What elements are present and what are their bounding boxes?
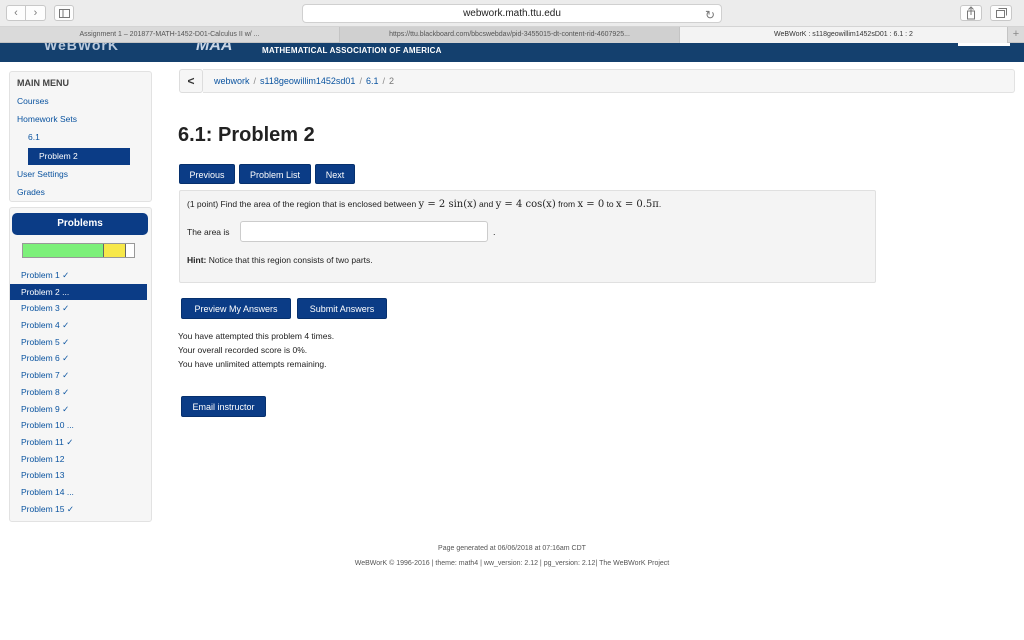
answer-period: . — [493, 227, 496, 237]
browser-toolbar: ‹ › webwork.math.ttu.edu ↻ — [0, 0, 1024, 27]
email-instructor-button[interactable]: Email instructor — [181, 396, 266, 417]
equation-2: y = 4 cos(x) — [495, 199, 556, 210]
breadcrumb-sep: / — [253, 76, 257, 86]
equation-1: y = 2 sin(x) — [418, 199, 477, 210]
menu-item-grades[interactable]: Grades — [17, 187, 45, 197]
problems-header: Problems — [12, 213, 148, 235]
maa-logo[interactable]: MAA — [196, 43, 232, 55]
attempts-status: You have attempted this problem 4 times. — [178, 331, 335, 341]
problem-list: Problem 1 ✓ Problem 2 ... Problem 3 ✓ Probl… — [10, 267, 151, 517]
breadcrumb-sep: / — [382, 76, 385, 86]
breadcrumb-root[interactable]: webwork — [214, 76, 250, 86]
tab-strip: Assignment 1 – 201877-MATH-1452-D01-Calc… — [0, 27, 1024, 43]
problem-from: from — [555, 199, 578, 209]
problem-list-item[interactable]: Problem 15 ✓ — [10, 501, 151, 518]
progress-correct — [23, 244, 104, 257]
problems-panel: Problems Problem 1 ✓ Problem 2 ... Problem… — [9, 207, 152, 522]
breadcrumb-course[interactable]: s118geowillim1452sd01 — [260, 76, 355, 86]
reload-icon[interactable]: ↻ — [705, 7, 715, 24]
menu-item-user-settings[interactable]: User Settings — [17, 169, 68, 179]
share-icon[interactable] — [960, 5, 982, 21]
problem-list-item[interactable]: Problem 3 ✓ — [10, 300, 151, 317]
breadcrumb-problem: 2 — [388, 76, 394, 86]
problem-list-item[interactable]: Problem 5 ✓ — [10, 334, 151, 351]
problem-list-item[interactable]: Problem 9 ✓ — [10, 401, 151, 418]
browser-tab-active[interactable]: WeBWorK : s118geowillim1452sD01 : 6.1 : … — [680, 27, 1008, 43]
forward-nav-icon[interactable]: › — [26, 5, 46, 21]
problem-list-item[interactable]: Problem 10 ... — [10, 417, 151, 434]
problem-list-item[interactable]: Problem 7 ✓ — [10, 367, 151, 384]
menu-item-homework-sets[interactable]: Homework Sets — [17, 114, 77, 124]
answer-input[interactable] — [240, 221, 488, 242]
address-bar[interactable]: webwork.math.ttu.edu ↻ — [302, 4, 722, 23]
preview-answers-button[interactable]: Preview My Answers — [181, 298, 291, 319]
hint-label: Hint: — [187, 255, 207, 265]
equation-4: x = 0.5π — [616, 199, 659, 210]
browser-tab[interactable]: Assignment 1 – 201877-MATH-1452-D01-Calc… — [0, 27, 340, 43]
submit-answers-button[interactable]: Submit Answers — [297, 298, 387, 319]
equation-3: x = 0 — [577, 199, 605, 210]
area-label: The area is — [187, 227, 230, 237]
maa-name: MATHEMATICAL ASSOCIATION OF AMERICA — [262, 46, 442, 55]
back-nav-icon[interactable]: ‹ — [6, 5, 26, 21]
hint: Hint: Notice that this region consists o… — [187, 255, 373, 265]
problem-to: to — [604, 199, 617, 209]
problem-list-item[interactable]: Problem 4 ✓ — [10, 317, 151, 334]
new-tab-icon[interactable]: + — [1008, 27, 1024, 43]
breadcrumb-back-button[interactable]: < — [179, 69, 203, 93]
breadcrumb-set[interactable]: 6.1 — [366, 76, 379, 86]
remaining-status: You have unlimited attempts remaining. — [178, 359, 327, 369]
previous-button[interactable]: Previous — [179, 164, 235, 184]
problem-list-item[interactable]: Problem 13 — [10, 467, 151, 484]
problem-list-item[interactable]: Problem 8 ✓ — [10, 384, 151, 401]
menu-item-set[interactable]: 6.1 — [28, 132, 40, 142]
breadcrumb: webwork / s118geowillim1452sd01/6.1/2 — [203, 69, 1015, 93]
footer-copyright: WeBWorK © 1996-2016 | theme: math4 | ww_… — [354, 560, 670, 567]
problem-list-item[interactable]: Problem 11 ✓ — [10, 434, 151, 451]
progress-partial — [104, 244, 126, 257]
breadcrumb-sep: / — [359, 76, 362, 86]
progress-bar — [22, 243, 135, 258]
webwork-logo[interactable]: WeBWorK — [44, 43, 119, 53]
page-title: 6.1: Problem 2 — [178, 124, 315, 146]
problem-statement: (1 point) Find the area of the region th… — [187, 199, 661, 210]
score-status: Your overall recorded score is 0%. — [178, 345, 308, 355]
nav-buttons: ‹ › — [6, 5, 46, 21]
problem-list-item[interactable]: Problem 14 ... — [10, 484, 151, 501]
sidebar-toggle-icon[interactable] — [54, 5, 74, 21]
problem-and: and — [476, 199, 496, 209]
footer-generated: Page generated at 06/06/2018 at 07:16am … — [438, 545, 586, 552]
address-text: webwork.math.ttu.edu — [463, 8, 561, 19]
hint-text: Notice that this region consists of two … — [206, 255, 373, 265]
menu-item-current-problem[interactable]: Problem 2 — [28, 148, 130, 165]
menu-item-courses[interactable]: Courses — [17, 96, 49, 106]
problem-list-item[interactable]: Problem 2 ... — [10, 283, 147, 301]
menu-title: MAIN MENU — [17, 78, 69, 88]
problem-list-button[interactable]: Problem List — [239, 164, 311, 184]
browser-tab[interactable]: https://ttu.blackboard.com/bbcswebdav/pi… — [340, 27, 680, 43]
problem-list-item[interactable]: Problem 1 ✓ — [10, 267, 151, 284]
problem-list-item[interactable]: Problem 12 — [10, 451, 151, 468]
problem-end: . — [658, 199, 662, 209]
problem-box: (1 point) Find the area of the region th… — [179, 190, 876, 283]
next-button[interactable]: Next — [315, 164, 355, 184]
show-tabs-icon[interactable] — [990, 5, 1012, 21]
main-menu: MAIN MENU Courses Homework Sets 6.1 Prob… — [9, 71, 152, 202]
header-search-field[interactable] — [958, 43, 1010, 46]
problem-list-item[interactable]: Problem 6 ✓ — [10, 350, 151, 367]
problem-prefix: (1 point) Find the area of the region th… — [187, 199, 419, 209]
site-header: WeBWorK MAA MATHEMATICAL ASSOCIATION OF … — [0, 43, 1024, 62]
